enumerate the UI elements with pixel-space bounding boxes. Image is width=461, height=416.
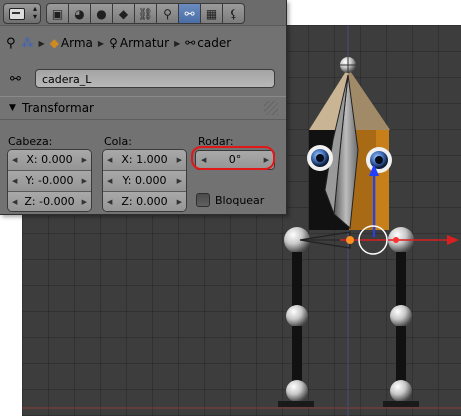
decrement-arrow-icon[interactable]: ◀ bbox=[107, 150, 112, 170]
pin-icon[interactable]: ⚲ bbox=[6, 36, 16, 51]
head-vector: ◀ X: 0.000 ▶ ◀ Y: -0.000 ▶ ◀ Z: -0.000 ▶ bbox=[7, 149, 92, 212]
tail-y-field[interactable]: ◀ Y: 0.000 ▶ bbox=[103, 171, 186, 192]
increment-arrow-icon[interactable]: ▶ bbox=[177, 150, 182, 170]
armature-data-icon: ⚲ bbox=[163, 6, 172, 21]
lock-option[interactable]: Bloquear bbox=[196, 192, 264, 208]
world-icon: ● bbox=[96, 6, 107, 21]
editor-type-button[interactable]: ▴ ▾ bbox=[3, 3, 41, 24]
render-icon: ▣ bbox=[51, 6, 64, 21]
breadcrumb-separator-icon: ▶ bbox=[97, 38, 105, 48]
character-body bbox=[307, 57, 392, 230]
tail-z-field[interactable]: ◀ Z: 0.000 ▶ bbox=[103, 192, 186, 211]
head-x-field[interactable]: ◀ X: 0.000 ▶ bbox=[8, 150, 91, 171]
bone-small-icon: ⚯ bbox=[185, 36, 196, 50]
breadcrumb-separator-icon: ▶ bbox=[38, 38, 45, 48]
increment-arrow-icon[interactable]: ▶ bbox=[177, 171, 182, 191]
lock-label: Bloquear bbox=[215, 193, 265, 207]
increment-arrow-icon[interactable]: ▶ bbox=[177, 192, 182, 211]
breadcrumb-object: ◆ Arma bbox=[50, 36, 93, 50]
bone-name-field[interactable]: cadera_L bbox=[35, 69, 275, 88]
decrement-arrow-icon[interactable]: ◀ bbox=[107, 171, 112, 191]
lock-checkbox[interactable] bbox=[196, 193, 210, 207]
tail-x-field[interactable]: ◀ X: 1.000 ▶ bbox=[103, 150, 186, 171]
armature-icon: ♀ bbox=[109, 36, 118, 50]
scene-breadcrumb-icon: ⁂ bbox=[21, 36, 34, 50]
head-x-value: X: 0.000 bbox=[26, 153, 73, 166]
tail-x-value: X: 1.000 bbox=[121, 153, 168, 166]
head-z-value: Z: -0.000 bbox=[24, 195, 75, 208]
constraints-tab[interactable]: ⛓ bbox=[134, 3, 157, 24]
object-cube-icon: ◆ bbox=[49, 36, 59, 50]
material-tab[interactable]: ▦ bbox=[200, 3, 223, 24]
tail-vector: ◀ X: 1.000 ▶ ◀ Y: 0.000 ▶ ◀ Z: 0.000 ▶ bbox=[102, 149, 187, 212]
constraints-icon: ⛓ bbox=[137, 6, 154, 21]
object-icon: ◆ bbox=[118, 6, 129, 21]
increment-arrow-icon[interactable]: ▶ bbox=[82, 192, 87, 211]
scene-icon: ◕ bbox=[74, 6, 85, 21]
object-tab[interactable]: ◆ bbox=[112, 3, 135, 24]
decrement-arrow-icon[interactable]: ◀ bbox=[12, 171, 17, 191]
world-tab[interactable]: ● bbox=[90, 3, 113, 24]
bone-icon: ⚯ bbox=[184, 6, 195, 21]
editor-type-icon bbox=[9, 8, 25, 20]
bone-constraint-icon: ⚸ bbox=[229, 6, 238, 21]
breadcrumb-armature: ♀ Armatur bbox=[109, 36, 169, 50]
disclosure-triangle-icon: ▼ bbox=[9, 103, 16, 113]
increment-arrow-icon[interactable]: ▶ bbox=[82, 171, 87, 191]
properties-header: ▴ ▾ ▣ ◕ ● ◆ ⛓ ⚲ ⚯ ▦ ⚸ bbox=[0, 0, 286, 26]
material-icon: ▦ bbox=[205, 6, 218, 21]
breadcrumb-object-label: Arma bbox=[60, 36, 93, 50]
tail-y-value: Y: 0.000 bbox=[122, 174, 167, 187]
bone-icon: ⚯ bbox=[10, 72, 21, 87]
transform-panel-title: Transformar bbox=[22, 101, 94, 115]
armature-data-tab[interactable]: ⚲ bbox=[156, 3, 179, 24]
bone-constraint-tab[interactable]: ⚸ bbox=[222, 3, 245, 24]
breadcrumb-separator-icon: ▶ bbox=[174, 38, 181, 48]
head-y-value: Y: -0.000 bbox=[25, 174, 74, 187]
transform-panel-header[interactable]: ▼ Transformar bbox=[0, 96, 286, 120]
increment-arrow-icon[interactable]: ▶ bbox=[82, 150, 87, 170]
decrement-arrow-icon[interactable]: ◀ bbox=[107, 192, 112, 211]
head-y-field[interactable]: ◀ Y: -0.000 ▶ bbox=[8, 171, 91, 192]
scene-tab[interactable]: ◕ bbox=[68, 3, 91, 24]
bone-name-row: ⚯ cadera_L bbox=[8, 68, 278, 92]
render-tab[interactable]: ▣ bbox=[46, 3, 69, 24]
panel-drag-grip-icon[interactable] bbox=[264, 101, 278, 115]
properties-panel: ▴ ▾ ▣ ◕ ● ◆ ⛓ ⚲ ⚯ ▦ ⚸ ⚲ ⁂ ▶ ◆ Arma ▶ ♀ Ar… bbox=[0, 0, 287, 215]
up-down-arrows-icon: ▴ ▾ bbox=[32, 4, 37, 21]
breadcrumb-bone: ⚯ cader bbox=[185, 36, 231, 50]
tail-z-value: Z: 0.000 bbox=[121, 195, 168, 208]
head-z-field[interactable]: ◀ Z: -0.000 ▶ bbox=[8, 192, 91, 211]
red-highlight-annotation bbox=[191, 146, 275, 170]
decrement-arrow-icon[interactable]: ◀ bbox=[12, 150, 17, 170]
tail-label: Cola: bbox=[104, 135, 132, 148]
decrement-arrow-icon[interactable]: ◀ bbox=[12, 192, 17, 211]
head-label: Cabeza: bbox=[8, 135, 53, 148]
breadcrumb-bone-label: cader bbox=[197, 36, 232, 50]
context-tabs: ▣ ◕ ● ◆ ⛓ ⚲ ⚯ ▦ ⚸ bbox=[46, 3, 245, 24]
breadcrumb-armature-label: Armatur bbox=[119, 36, 170, 50]
breadcrumb: ⚲ ⁂ ▶ ◆ Arma ▶ ♀ Armatur ▶ ⚯ cader bbox=[0, 32, 286, 54]
bone-tab[interactable]: ⚯ bbox=[178, 3, 201, 24]
